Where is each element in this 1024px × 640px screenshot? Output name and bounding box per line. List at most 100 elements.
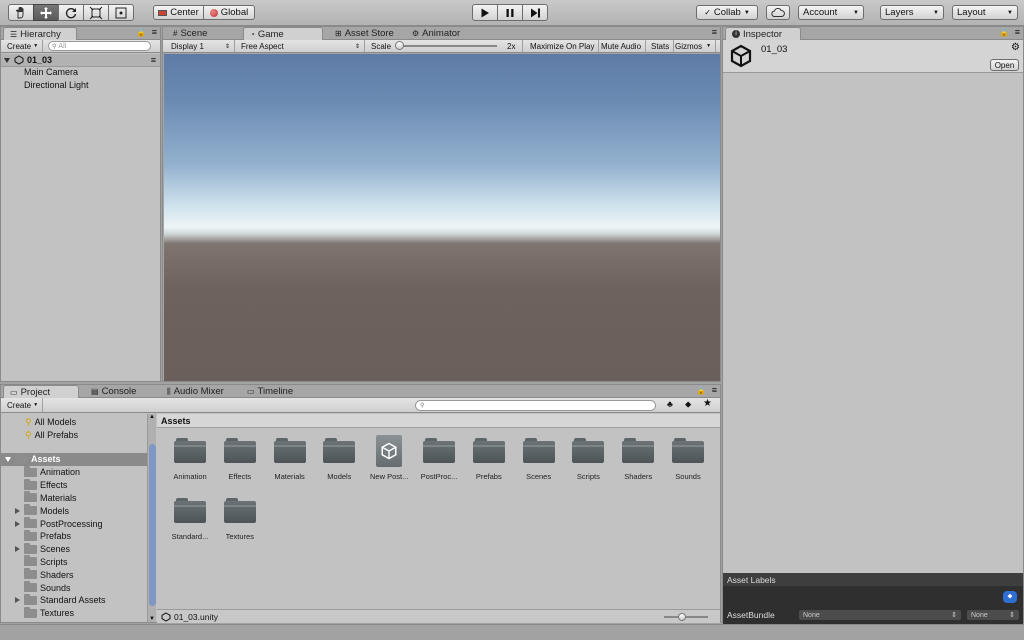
scale-slider[interactable] [395,41,498,50]
tree-item[interactable]: Shaders [1,568,148,581]
favorite-item[interactable]: ⚲ All Models [1,416,148,429]
hand-tool-button[interactable] [8,4,34,21]
play-button[interactable] [472,4,498,21]
cloud-button[interactable] [766,5,790,20]
hierarchy-scene-row[interactable]: 01_03 ≡ [1,54,160,67]
asset-item[interactable]: Shaders [613,435,663,487]
animator-icon: ⚙ [412,29,420,38]
layout-dropdown[interactable]: Layout ▼ [952,5,1018,20]
layers-dropdown[interactable]: Layers ▼ [880,5,944,20]
tab-audio-mixer[interactable]: ⫼ Audio Mixer [161,385,230,398]
tree-item[interactable]: Textures [1,606,148,620]
tree-item[interactable]: Materials [1,491,148,505]
menu-icon[interactable]: ≡ [1015,27,1020,37]
rect-tool-button[interactable] [108,4,134,21]
icon-size-slider[interactable] [664,613,708,621]
project-tabbar: ▭ Project ▤ Console ⫼ Audio Mixer ▭ Time… [1,385,720,398]
maximize-on-play-toggle[interactable]: Maximize On Play [526,40,600,52]
aspect-dropdown[interactable]: Free Aspect ⇕ [237,40,365,52]
tab-animator[interactable]: ⚙ Animator [406,27,466,40]
scale-slider-thumb[interactable] [395,41,405,50]
asset-item[interactable]: Materials [265,435,315,487]
expand-arrow-icon[interactable] [15,507,20,514]
favorite-star-icon[interactable]: ★ [703,398,712,409]
project-create-button[interactable]: Create ▼ [3,398,44,412]
favorite-item[interactable]: ⚲ All Prefabs [1,429,148,442]
menu-icon[interactable]: ≡ [712,27,717,37]
expand-arrow-icon[interactable] [4,57,10,63]
display-dropdown[interactable]: Display 1 ⇕ [167,40,235,52]
expand-arrow-icon[interactable] [15,597,20,604]
asset-item[interactable]: Scripts [563,435,613,487]
scroll-up-icon[interactable]: ▲ [149,414,155,420]
scene-menu-icon[interactable]: ≡ [151,55,156,65]
rotate-tool-button[interactable] [58,4,84,21]
step-button[interactable] [522,4,548,21]
menu-icon[interactable]: ≡ [712,385,717,395]
expand-arrow-icon[interactable] [5,456,11,462]
asset-item[interactable]: Scenes [514,435,564,487]
move-tool-button[interactable] [33,4,59,21]
hierarchy-search-field[interactable]: ⚲ All [48,41,151,51]
scroll-down-icon[interactable]: ▼ [149,616,155,622]
tree-item[interactable]: Standard Assets [1,593,148,607]
tab-console[interactable]: ▤ Console [85,385,142,398]
lock-icon[interactable]: 🔒 [136,28,146,37]
game-viewport[interactable] [164,54,720,381]
scroll-thumb[interactable] [149,444,156,606]
tree-root-assets[interactable]: Assets [1,452,148,466]
tree-item[interactable]: Models [1,504,148,517]
account-dropdown[interactable]: Account ▼ [798,5,864,20]
mute-audio-toggle[interactable]: Mute Audio [597,40,647,52]
tree-item[interactable]: PostProcessing [1,517,148,530]
tree-item[interactable]: Sounds [1,581,148,594]
pause-button[interactable] [497,4,523,21]
filter-label-icon[interactable]: ⬥ [685,399,691,410]
expand-arrow-icon[interactable] [15,546,20,553]
asset-item[interactable]: Standard... [165,495,215,547]
open-button[interactable]: Open [990,59,1019,71]
console-icon: ▤ [91,387,99,396]
scale-tool-button[interactable] [83,4,109,21]
tree-scrollbar[interactable]: ▲ ▼ [147,414,156,622]
tab-timeline[interactable]: ▭ Timeline [241,385,299,398]
tree-item[interactable]: Effects [1,478,148,492]
hierarchy-item[interactable]: Main Camera [24,67,78,77]
asset-item[interactable]: Animation [165,435,215,487]
tag-icon[interactable]: ⬥ [1003,591,1017,603]
tab-inspector[interactable]: i Inspector [725,27,801,40]
tab-hierarchy[interactable]: ☰ Hierarchy [3,27,77,40]
hierarchy-item[interactable]: Directional Light [24,80,89,90]
tree-item[interactable]: Prefabs [1,529,148,543]
tab-asset-store[interactable]: ⊞ Asset Store [329,27,400,40]
hierarchy-create-button[interactable]: Create ▼ [3,40,44,52]
main-toolbar: Center Global ✓ Collab ▼ Account ▼ Layer… [0,0,1024,26]
pivot-global-button[interactable]: Global [203,5,255,20]
lock-icon[interactable]: 🔒 [696,386,706,395]
tab-game[interactable]: ◔ Game [243,27,323,40]
tree-item[interactable]: Scenes [1,542,148,556]
project-search-field[interactable]: ⚲ [415,400,656,411]
tab-project[interactable]: ▭ Project [3,385,79,398]
lock-icon[interactable]: 🔒 [999,28,1009,37]
tree-item[interactable]: Scripts [1,555,148,569]
icon-size-thumb[interactable] [678,613,686,621]
pivot-center-button[interactable]: Center [153,5,204,20]
asset-item[interactable]: Effects [215,435,265,487]
asset-item[interactable]: PostProc... [414,435,464,487]
expand-arrow-icon[interactable] [15,520,20,527]
tree-item[interactable]: Animation [1,465,148,479]
collab-dropdown[interactable]: ✓ Collab ▼ [696,5,758,20]
filter-type-icon[interactable]: ♣ [667,399,673,409]
tab-scene[interactable]: # Scene [167,27,213,40]
asset-item[interactable]: Sounds [663,435,713,487]
gizmos-dropdown[interactable]: Gizmos ▼ [671,40,717,52]
asset-item[interactable]: Prefabs [464,435,514,487]
settings-gear-icon[interactable]: ⚙ [1011,42,1020,53]
asset-item[interactable]: New Post... [364,435,414,487]
assetbundle-dropdown[interactable]: None ⇕ [799,610,961,620]
asset-item[interactable]: Textures [215,495,265,547]
menu-icon[interactable]: ≡ [152,27,157,37]
asset-item[interactable]: Models [314,435,364,487]
assetbundle-variant-dropdown[interactable]: None ⇕ [967,610,1019,620]
